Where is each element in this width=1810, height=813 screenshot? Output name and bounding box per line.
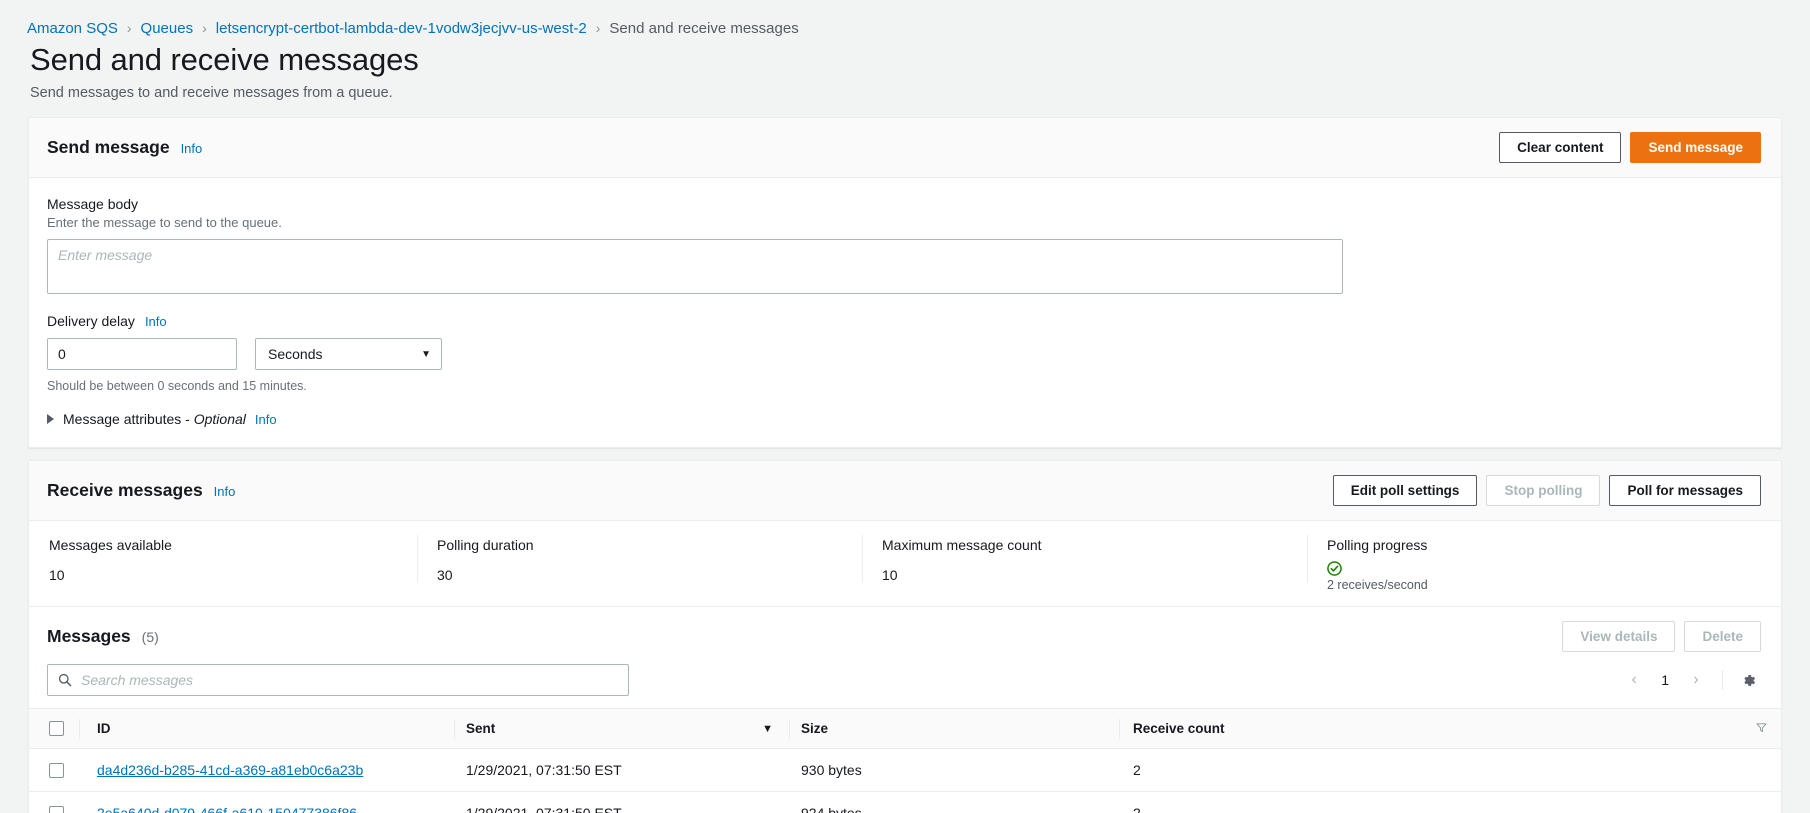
stat-messages-available: Messages available 10	[29, 537, 417, 592]
stat-value: 10	[882, 567, 898, 583]
breadcrumb-item-queue-name[interactable]: letsencrypt-certbot-lambda-dev-1vodw3jec…	[216, 20, 587, 37]
column-header-sent-label: Sent	[466, 721, 496, 736]
message-size: 924 bytes	[801, 805, 862, 813]
send-message-body: Message body Enter the message to send t…	[29, 178, 1781, 447]
column-header-size-label: Size	[801, 721, 829, 736]
receive-messages-title: Receive messages	[47, 480, 203, 500]
messages-search-row: ‹ 1 ›	[29, 664, 1781, 708]
breadcrumb: Amazon SQS › Queues › letsencrypt-certbo…	[0, 0, 1810, 37]
row-checkbox[interactable]	[49, 762, 64, 778]
page-title: Send and receive messages	[30, 42, 419, 77]
delivery-delay-input[interactable]	[47, 338, 237, 370]
message-body-input[interactable]	[47, 239, 1343, 294]
column-header-receive-count[interactable]: Receive count	[1119, 708, 1781, 749]
breadcrumb-item-current: Send and receive messages	[609, 19, 799, 37]
message-receive-count: 2	[1133, 805, 1141, 813]
messages-title: Messages	[47, 626, 131, 646]
send-message-panel-header: Send message Info Clear content Send mes…	[29, 118, 1781, 178]
stat-label: Maximum message count	[882, 537, 1042, 553]
receive-messages-panel-header: Receive messages Info Edit poll settings…	[29, 461, 1781, 521]
messages-count: (5)	[141, 629, 159, 645]
delivery-delay-label: Delivery delay	[47, 313, 135, 329]
breadcrumb-separator-icon: ›	[202, 20, 207, 36]
messages-toolbar: Messages (5) View details Delete	[29, 607, 1781, 664]
delivery-delay-info-link[interactable]: Info	[145, 314, 167, 329]
message-attributes-expander[interactable]: Message attributes - Optional Info	[47, 411, 1763, 427]
stat-maximum-message-count: Maximum message count 10	[862, 535, 1307, 592]
pagination-prev-icon[interactable]: ‹	[1620, 666, 1648, 694]
search-icon	[58, 673, 72, 687]
stop-polling-button: Stop polling	[1486, 475, 1601, 506]
page-subtitle: Send messages to and receive messages fr…	[30, 85, 393, 101]
clear-content-button[interactable]: Clear content	[1499, 132, 1622, 163]
polling-progress-label: Polling progress	[1327, 537, 1428, 553]
messages-table: ID Sent ▼ Size Receive count da4d236d-b2…	[29, 708, 1781, 813]
search-messages-box[interactable]	[47, 664, 629, 696]
pagination-next-icon[interactable]: ›	[1682, 666, 1710, 694]
send-message-title: Send message	[47, 137, 170, 157]
pagination-page-1[interactable]: 1	[1652, 672, 1678, 688]
select-all-header	[29, 708, 79, 749]
message-body-label: Message body	[47, 196, 139, 212]
message-sent: 1/29/2021, 07:31:50 EST	[466, 805, 622, 813]
breadcrumb-separator-icon: ›	[126, 20, 132, 36]
stat-value: 10	[49, 567, 65, 583]
send-message-info-link[interactable]: Info	[181, 141, 203, 156]
message-body-description: Enter the message to send to the queue.	[47, 215, 282, 230]
column-header-id-label: ID	[97, 721, 111, 736]
search-messages-input[interactable]	[81, 672, 618, 688]
delivery-delay-hint: Should be between 0 seconds and 15 minut…	[47, 379, 307, 393]
polling-rate-text: 2 receives/second	[1327, 578, 1428, 592]
table-row[interactable]: 2e5a640d-d079-466f-a610-150477386f86 1/2…	[29, 791, 1781, 813]
receive-messages-info-link[interactable]: Info	[214, 484, 236, 499]
delivery-delay-unit-value: Seconds	[268, 346, 323, 362]
messages-table-body: da4d236d-b285-41cd-a369-a81eb0c6a23b 1/2…	[29, 748, 1781, 813]
message-attributes-info-link[interactable]: Info	[255, 412, 277, 427]
delivery-delay-unit-select[interactable]: Seconds ▼	[255, 338, 442, 370]
stat-label: Polling duration	[437, 537, 534, 553]
row-checkbox[interactable]	[49, 805, 64, 813]
send-message-panel: Send message Info Clear content Send mes…	[28, 117, 1782, 448]
message-receive-count: 2	[1133, 762, 1141, 778]
success-check-icon	[1327, 561, 1342, 576]
breadcrumb-item-amazon-sqs[interactable]: Amazon SQS	[27, 20, 118, 37]
message-size: 930 bytes	[801, 762, 862, 778]
send-message-button[interactable]: Send message	[1630, 132, 1761, 163]
view-details-button: View details	[1562, 621, 1676, 652]
breadcrumb-item-queues[interactable]: Queues	[141, 20, 194, 37]
pagination-divider	[1722, 670, 1723, 690]
edit-poll-settings-button[interactable]: Edit poll settings	[1332, 475, 1478, 506]
stat-polling-progress: Polling progress 2 receives/second	[1307, 535, 1637, 592]
message-id-link[interactable]: 2e5a640d-d079-466f-a610-150477386f86	[97, 805, 357, 813]
chevron-down-icon: ▼	[421, 348, 431, 360]
stat-label: Messages available	[49, 537, 172, 553]
message-id-link[interactable]: da4d236d-b285-41cd-a369-a81eb0c6a23b	[97, 762, 363, 778]
page-root: Amazon SQS › Queues › letsencrypt-certbo…	[0, 0, 1810, 813]
sort-descending-icon: ▼	[762, 722, 773, 735]
stat-value: 30	[437, 567, 453, 583]
receive-messages-panel: Receive messages Info Edit poll settings…	[28, 460, 1782, 813]
column-filter-icon[interactable]	[1756, 721, 1767, 736]
polling-stats-row: Messages available 10 Polling duration 3…	[29, 521, 1781, 607]
message-attributes-label: Message attributes -	[63, 411, 194, 427]
stat-polling-duration: Polling duration 30	[417, 535, 862, 592]
message-attributes-optional: Optional	[193, 411, 246, 427]
column-header-size[interactable]: Size	[789, 708, 1119, 749]
message-sent: 1/29/2021, 07:31:50 EST	[466, 762, 622, 778]
poll-for-messages-button[interactable]: Poll for messages	[1609, 475, 1761, 506]
column-header-id[interactable]: ID	[79, 708, 454, 749]
column-header-sent[interactable]: Sent ▼	[454, 708, 789, 749]
pagination: ‹ 1 ›	[1620, 666, 1761, 694]
breadcrumb-separator-icon: ›	[595, 20, 601, 36]
chevron-right-icon	[47, 414, 54, 424]
delete-button: Delete	[1684, 621, 1761, 652]
page-header: Send and receive messages Send messages …	[0, 36, 1810, 101]
column-header-receive-count-label: Receive count	[1133, 721, 1225, 736]
settings-gear-icon[interactable]	[1735, 667, 1761, 693]
table-row[interactable]: da4d236d-b285-41cd-a369-a81eb0c6a23b 1/2…	[29, 748, 1781, 792]
select-all-checkbox[interactable]	[49, 721, 64, 736]
messages-table-header: ID Sent ▼ Size Receive count	[29, 708, 1781, 749]
